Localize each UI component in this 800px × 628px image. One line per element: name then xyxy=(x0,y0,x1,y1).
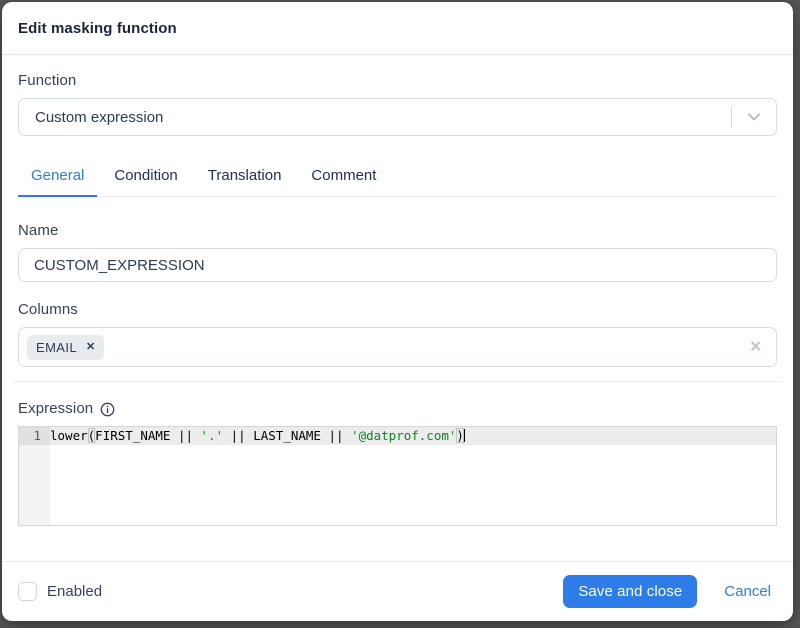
tab-bar: General Condition Translation Comment xyxy=(18,167,777,197)
expression-label: Expression xyxy=(18,400,94,417)
section-divider xyxy=(14,381,781,382)
clear-all-icon[interactable]: ✕ xyxy=(749,340,762,355)
code-token-string: '@datprof.com' xyxy=(351,428,457,443)
edit-masking-function-dialog: Edit masking function Function Custom ex… xyxy=(2,2,793,621)
enabled-label: Enabled xyxy=(47,583,103,600)
code-line-1: 1 lower(FIRST_NAME || '.' || LAST_NAME |… xyxy=(19,427,776,445)
save-and-close-button[interactable]: Save and close xyxy=(563,575,698,608)
chevron-down-icon[interactable] xyxy=(746,109,762,125)
cancel-button[interactable]: Cancel xyxy=(718,583,777,600)
tab-translation[interactable]: Translation xyxy=(195,167,295,197)
line-number: 1 xyxy=(33,428,41,443)
code-token: lower xyxy=(50,428,88,443)
footer-actions: Save and close Cancel xyxy=(563,575,777,608)
name-input[interactable] xyxy=(18,248,777,282)
column-tag: EMAIL ✕ xyxy=(27,334,105,360)
dialog-body: Function Custom expression General Condi… xyxy=(2,55,793,561)
tab-general[interactable]: General xyxy=(18,167,98,197)
function-select[interactable]: Custom expression xyxy=(18,98,777,136)
code-token-string: '.' xyxy=(200,428,224,443)
dialog-header: Edit masking function xyxy=(2,2,793,55)
select-divider xyxy=(731,106,732,128)
dialog-footer: Enabled Save and close Cancel xyxy=(2,561,793,621)
enabled-checkbox-row[interactable]: Enabled xyxy=(18,582,102,601)
info-icon[interactable] xyxy=(100,402,115,417)
enabled-checkbox[interactable] xyxy=(18,582,37,601)
function-label: Function xyxy=(18,72,77,89)
text-cursor xyxy=(463,429,465,442)
code-token-bracket: ) xyxy=(456,428,464,443)
tab-condition[interactable]: Condition xyxy=(101,167,190,197)
code-token: || LAST_NAME || xyxy=(223,428,352,443)
columns-multiselect[interactable]: EMAIL ✕ ✕ xyxy=(18,327,777,367)
code-content: lower(FIRST_NAME || '.' || LAST_NAME || … xyxy=(50,427,465,445)
function-select-value: Custom expression xyxy=(35,108,164,126)
dialog-title: Edit masking function xyxy=(18,20,177,37)
remove-tag-icon[interactable]: ✕ xyxy=(86,341,95,353)
tab-comment[interactable]: Comment xyxy=(298,167,389,197)
expression-label-row: Expression xyxy=(18,400,777,417)
code-token: FIRST_NAME || xyxy=(95,428,201,443)
column-tag-label: EMAIL xyxy=(36,339,78,355)
expression-code-editor[interactable]: 1 lower(FIRST_NAME || '.' || LAST_NAME |… xyxy=(18,426,777,526)
columns-label: Columns xyxy=(18,301,78,318)
name-label: Name xyxy=(18,222,59,239)
